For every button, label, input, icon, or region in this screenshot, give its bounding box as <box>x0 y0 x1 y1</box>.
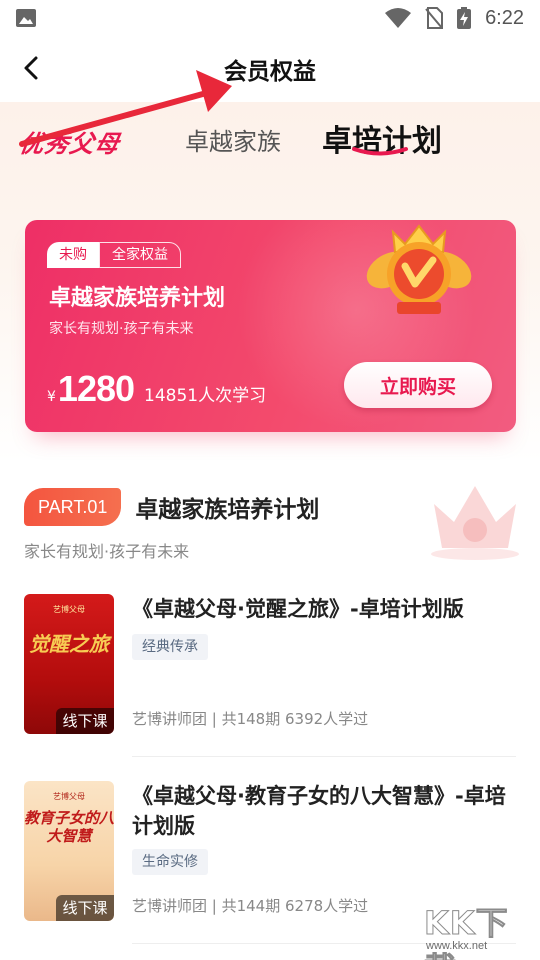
course-thumbnail[interactable]: 艺博父母 教育子女的八大智慧 线下课 <box>24 781 114 921</box>
site-watermark: KK下载 www.kkx.net <box>420 894 540 960</box>
price: 1280 <box>57 368 135 409</box>
page-title: 会员权益 <box>224 59 316 85</box>
course-meta: 艺博讲师团 | 共144期 6278人学过 <box>132 897 369 915</box>
course-item[interactable]: 艺博父母 觉醒之旅 线下课 《卓越父母·觉醒之旅》-卓培计划版 经典传承 艺博讲… <box>24 594 516 734</box>
membership-promo-card[interactable]: 未购 全家权益 卓越家族培养计划 家长有规划·孩子有未来 ¥ 1280 1485… <box>25 220 516 432</box>
promo-title: 卓越家族培养计划 <box>49 286 226 311</box>
clock: 6:22 <box>485 6 524 29</box>
list-divider <box>132 756 516 757</box>
battery-charging-icon <box>457 7 472 29</box>
thumbnail-logo-text: 艺博父母 <box>53 605 85 614</box>
section-header: PART.01 卓越家族培养计划 <box>24 487 319 527</box>
offline-course-tag: 线下课 <box>56 895 114 921</box>
course-category-badge: 经典传承 <box>132 634 208 660</box>
section-subtitle: 家长有规划·孩子有未来 <box>24 542 190 561</box>
thumbnail-title: 觉醒之旅 <box>29 632 109 656</box>
course-title[interactable]: 《卓越父母·教育子女的八大智慧》-卓培计划版 <box>132 781 516 841</box>
crown-medal-icon <box>366 224 472 314</box>
promo-badges: 未购 全家权益 <box>47 242 181 268</box>
active-tab-indicator <box>352 147 408 156</box>
unpurchased-badge: 未购 <box>47 242 99 268</box>
image-notification-icon <box>16 9 36 27</box>
price-row: ¥ 1280 14851人次学习 <box>47 368 266 410</box>
back-arrow-icon[interactable] <box>18 54 46 82</box>
course-title[interactable]: 《卓越父母·觉醒之旅》-卓培计划版 <box>132 594 516 624</box>
watermark-url: www.kkx.net <box>426 940 488 952</box>
family-benefit-badge: 全家权益 <box>99 242 181 268</box>
part-tag: PART.01 <box>24 488 122 526</box>
currency-symbol: ¥ <box>47 389 56 405</box>
offline-course-tag: 线下课 <box>56 708 114 734</box>
category-tabs: 优秀父母 卓越家族 卓培计划 <box>0 110 540 166</box>
status-bar: 6:22 <box>0 0 540 36</box>
course-thumbnail[interactable]: 艺博父母 觉醒之旅 线下课 <box>24 594 114 734</box>
section-title: 卓越家族培养计划 <box>135 497 320 523</box>
tab-excellent-family[interactable]: 卓越家族 <box>185 122 281 157</box>
buy-now-button[interactable]: 立即购买 <box>344 362 492 408</box>
no-sim-icon <box>425 7 444 29</box>
course-category-badge: 生命实修 <box>132 849 208 875</box>
wifi-icon <box>385 8 412 28</box>
decorative-crown-icon <box>431 486 519 560</box>
course-meta: 艺博讲师团 | 共148期 6392人学过 <box>132 710 369 728</box>
thumbnail-logo-text: 艺博父母 <box>53 792 85 801</box>
thumbnail-title: 教育子女的八大智慧 <box>24 809 114 845</box>
promo-subtitle: 家长有规划·孩子有未来 <box>49 321 194 337</box>
top-bar: 会员权益 <box>0 36 540 102</box>
learner-count: 14851人次学习 <box>144 386 267 406</box>
tab-excellent-parents[interactable]: 优秀父母 <box>18 124 123 159</box>
